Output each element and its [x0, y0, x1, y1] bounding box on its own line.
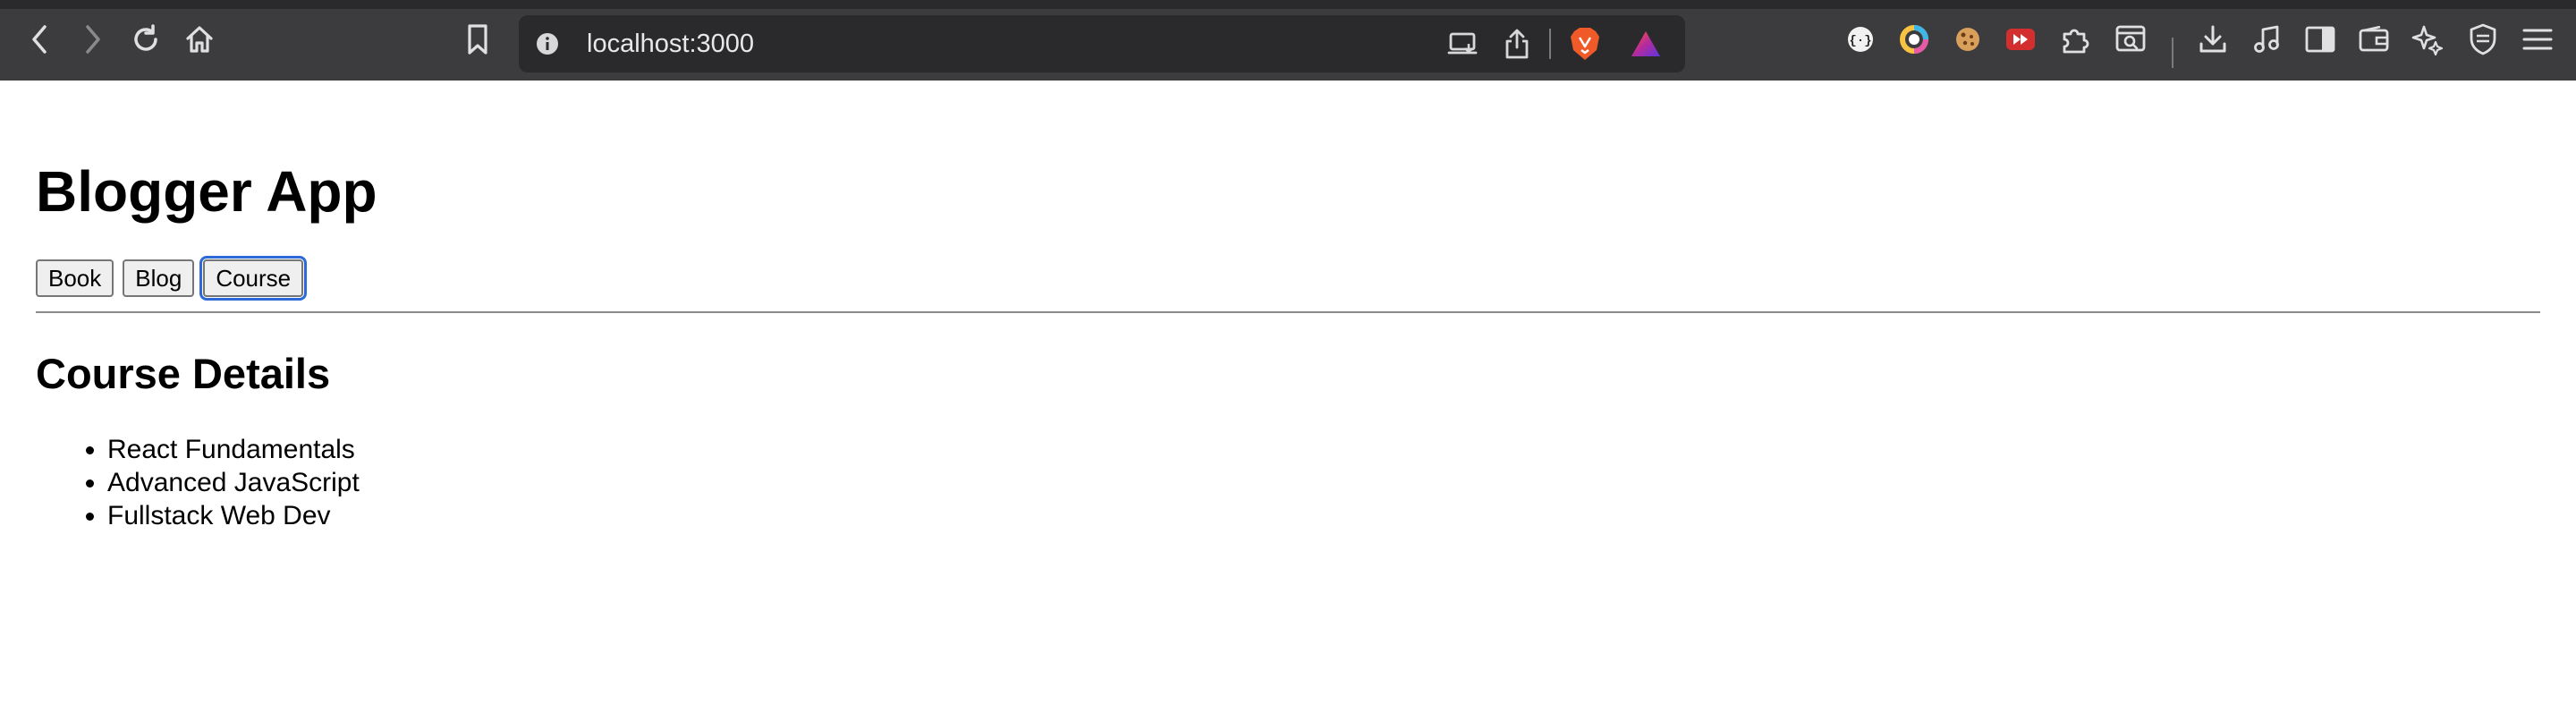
url-text[interactable]: localhost:3000 [587, 15, 754, 72]
browser-toolbar: localhost:3000 {·} [0, 0, 2576, 81]
chevron-left-icon[interactable] [21, 21, 57, 57]
brave-lion-icon[interactable] [1567, 26, 1603, 62]
course-button[interactable]: Course [199, 256, 308, 301]
extensions-puzzle-icon[interactable] [2057, 21, 2093, 57]
menu-icon[interactable] [2519, 21, 2556, 57]
wallet-icon[interactable] [2356, 21, 2392, 57]
toolbar-separator [2172, 38, 2174, 68]
list-item: React Fundamentals [107, 433, 360, 466]
page-content: Blogger App Book Blog Course Course Deta… [0, 81, 2576, 721]
section-title: Course Details [36, 350, 331, 397]
rewards-triangle-icon[interactable] [1628, 28, 1664, 60]
horizontal-divider [36, 311, 2540, 313]
download-icon[interactable] [2195, 21, 2231, 57]
chevron-right-icon[interactable] [75, 21, 111, 57]
url-bar-separator [1549, 29, 1551, 59]
cookie-icon[interactable] [1952, 23, 1984, 55]
list-item: Advanced JavaScript [107, 466, 360, 499]
reader-search-icon[interactable] [2113, 21, 2148, 57]
sidebar-icon[interactable] [2302, 21, 2338, 57]
nav-buttons: Book Blog Course [36, 256, 308, 301]
address-bar[interactable]: localhost:3000 [519, 15, 1685, 72]
color-picker-icon[interactable] [1898, 23, 1930, 55]
json-viewer-icon[interactable]: {·} [1844, 23, 1877, 55]
video-speed-icon[interactable] [2004, 23, 2038, 55]
list-item: Fullstack Web Dev [107, 499, 360, 532]
blog-button[interactable]: Blog [123, 259, 195, 297]
book-button[interactable]: Book [36, 259, 114, 297]
cast-icon[interactable] [1445, 28, 1481, 60]
leo-ai-icon[interactable] [2410, 21, 2445, 57]
reload-icon[interactable] [127, 21, 165, 58]
home-icon[interactable] [181, 21, 218, 58]
course-list: React Fundamentals Advanced JavaScript F… [107, 433, 360, 532]
info-icon[interactable] [533, 30, 562, 58]
media-music-icon[interactable] [2249, 21, 2284, 57]
bookmark-icon[interactable] [460, 21, 496, 58]
page-title: Blogger App [36, 159, 377, 224]
share-icon[interactable] [1501, 26, 1533, 62]
vpn-shield-icon[interactable] [2465, 21, 2501, 57]
svg-text:{·}: {·} [1849, 34, 1871, 48]
